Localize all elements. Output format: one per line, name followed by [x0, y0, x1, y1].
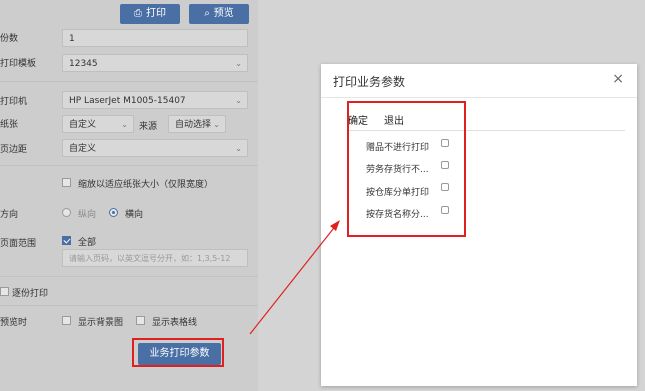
portrait-radio[interactable]: [62, 208, 71, 217]
paper-select[interactable]: 自定义 ⌄: [62, 115, 134, 133]
dialog-header-divider: [321, 97, 637, 98]
all-pages-checkbox[interactable]: [62, 236, 71, 245]
paper-value: 自定义: [69, 120, 97, 130]
search-icon: ⌕: [204, 8, 210, 19]
printer-value: HP LaserJet M1005-15407: [69, 96, 186, 106]
dialog-title: 打印业务参数: [333, 75, 406, 89]
portrait-label: 纵向: [78, 210, 97, 220]
margin-label: 页边距: [0, 145, 28, 155]
margin-value: 自定义: [69, 144, 97, 154]
source-value: 自动选择: [175, 120, 212, 130]
show-background-label: 显示背景图: [78, 318, 124, 328]
printer-icon: ⎙: [134, 8, 142, 19]
orientation-label: 方向: [0, 210, 19, 220]
collate-checkbox[interactable]: [0, 287, 9, 296]
collate-label: 逐份打印: [12, 289, 49, 299]
source-label: 来源: [139, 122, 158, 132]
divider: [0, 81, 258, 82]
preview-options-label: 预览时: [0, 318, 28, 328]
shrink-to-fit-checkbox[interactable]: [62, 178, 71, 187]
printer-select[interactable]: HP LaserJet M1005-15407 ⌄: [62, 91, 248, 109]
template-label: 打印模板: [0, 59, 37, 69]
show-background-checkbox[interactable]: [62, 316, 71, 325]
print-button-label: 打印: [146, 8, 166, 19]
preview-button-label: 预览: [213, 8, 234, 19]
chevron-down-icon: ⌄: [121, 120, 128, 129]
divider: [0, 305, 258, 306]
divider: [0, 276, 258, 277]
landscape-label: 横向: [125, 210, 144, 220]
print-settings-panel: ⎙ 打印 ⌕ 预览 份数 1 打印模板 12345 ⌄ 打印机 HP LaserJet…: [0, 0, 258, 391]
business-params-dialog: 打印业务参数 × 确定 退出 赠品不进行打印 劳务存货行不... 按仓库分单打印…: [321, 64, 637, 386]
page-range-label: 页面范围: [0, 239, 37, 249]
template-select[interactable]: 12345 ⌄: [62, 54, 248, 72]
chevron-down-icon: ⌄: [235, 144, 242, 153]
chevron-down-icon: ⌄: [235, 59, 242, 68]
landscape-radio[interactable]: [109, 208, 118, 217]
copies-input[interactable]: 1: [62, 29, 248, 47]
paper-label: 纸张: [0, 120, 19, 130]
show-gridlines-label: 显示表格线: [152, 318, 198, 328]
margin-select[interactable]: 自定义 ⌄: [62, 139, 248, 157]
highlight-box: [132, 338, 224, 367]
chevron-down-icon: ⌄: [213, 120, 220, 129]
printer-label: 打印机: [0, 97, 28, 107]
source-select[interactable]: 自动选择 ⌄: [168, 115, 226, 133]
preview-button[interactable]: ⌕ 预览: [189, 4, 249, 24]
highlight-box: [347, 101, 466, 237]
all-pages-label: 全部: [78, 238, 97, 248]
close-icon[interactable]: ×: [612, 71, 624, 87]
print-button[interactable]: ⎙ 打印: [120, 4, 180, 24]
shrink-to-fit-label: 缩放以适应纸张大小（仅限宽度）: [78, 180, 214, 190]
template-value: 12345: [69, 59, 98, 69]
page-range-input[interactable]: 请输入页码，以英文逗号分开，如：1,3,5-12: [62, 249, 248, 267]
chevron-down-icon: ⌄: [235, 96, 242, 105]
show-gridlines-checkbox[interactable]: [136, 316, 145, 325]
copies-label: 份数: [0, 34, 19, 44]
divider: [0, 165, 258, 166]
